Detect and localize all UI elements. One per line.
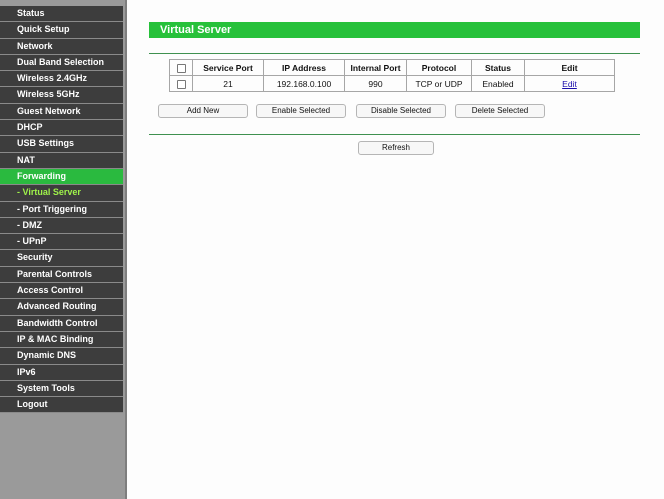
select-all-checkbox[interactable] (176, 63, 186, 73)
virtual-server-table: Service Port IP Address Internal Port Pr… (169, 59, 615, 92)
select-all-cell (169, 59, 193, 76)
sidebar-item-parental-controls[interactable]: Parental Controls (0, 266, 123, 284)
sidebar-item-dual-band-selection[interactable]: Dual Band Selection (0, 54, 123, 72)
sidebar-item-bandwidth-control[interactable]: Bandwidth Control (0, 315, 123, 332)
add-new-button[interactable]: Add New (158, 104, 248, 118)
divider-top (149, 53, 640, 54)
sidebar-subitem-dmz[interactable]: - DMZ (0, 217, 123, 235)
sidebar-item-system-tools[interactable]: System Tools (0, 380, 123, 398)
cell-ip-address: 192.168.0.100 (263, 75, 345, 92)
divider-bottom (149, 134, 640, 135)
sidebar-subitem-upnp[interactable]: - UPnP (0, 234, 123, 251)
column-header-ip-address: IP Address (263, 59, 345, 76)
cell-service-port: 21 (192, 75, 264, 92)
main-content: Virtual Server Service Port IP Address I… (127, 0, 664, 499)
enable-selected-button[interactable]: Enable Selected (256, 104, 346, 118)
edit-link[interactable]: Edit (562, 79, 577, 89)
table-header-row: Service Port IP Address Internal Port Pr… (169, 59, 615, 76)
sidebar-item-quick-setup[interactable]: Quick Setup (0, 22, 123, 39)
sidebar-item-forwarding[interactable]: Forwarding (0, 168, 123, 186)
sidebar-item-wireless-5ghz[interactable]: Wireless 5GHz (0, 87, 123, 104)
sidebar-item-advanced-routing[interactable]: Advanced Routing (0, 299, 123, 316)
cell-protocol: TCP or UDP (406, 75, 472, 92)
cell-status: Enabled (471, 75, 525, 92)
column-header-status: Status (471, 59, 525, 76)
sidebar-item-dhcp[interactable]: DHCP (0, 120, 123, 137)
column-header-service-port: Service Port (192, 59, 264, 76)
sidebar-item-network[interactable]: Network (0, 38, 123, 55)
sidebar-subitem-virtual-server[interactable]: - Virtual Server (0, 185, 123, 202)
cell-edit: Edit (524, 75, 615, 92)
disable-selected-button[interactable]: Disable Selected (356, 104, 446, 118)
row-select-cell (169, 75, 193, 92)
sidebar: Status Quick Setup Network Dual Band Sel… (0, 0, 127, 499)
sidebar-item-status[interactable]: Status (0, 6, 123, 23)
column-header-protocol: Protocol (406, 59, 472, 76)
page-title: Virtual Server (149, 22, 640, 38)
sidebar-item-usb-settings[interactable]: USB Settings (0, 136, 123, 153)
refresh-button[interactable]: Refresh (358, 141, 434, 155)
delete-selected-button[interactable]: Delete Selected (455, 104, 545, 118)
sidebar-item-access-control[interactable]: Access Control (0, 283, 123, 300)
sidebar-item-guest-network[interactable]: Guest Network (0, 103, 123, 121)
sidebar-subitem-port-triggering[interactable]: - Port Triggering (0, 201, 123, 218)
sidebar-item-ip-mac-binding[interactable]: IP & MAC Binding (0, 331, 123, 349)
table-row: 21 192.168.0.100 990 TCP or UDP Enabled … (169, 75, 615, 92)
sidebar-item-security[interactable]: Security (0, 250, 123, 267)
sidebar-item-ipv6[interactable]: IPv6 (0, 364, 123, 381)
sidebar-item-wireless-2-4ghz[interactable]: Wireless 2.4GHz (0, 71, 123, 88)
cell-internal-port: 990 (344, 75, 407, 92)
sidebar-item-dynamic-dns[interactable]: Dynamic DNS (0, 348, 123, 365)
column-header-internal-port: Internal Port (344, 59, 407, 76)
column-header-edit: Edit (524, 59, 615, 76)
sidebar-item-nat[interactable]: NAT (0, 152, 123, 169)
sidebar-menu: Status Quick Setup Network Dual Band Sel… (0, 6, 123, 414)
row-checkbox[interactable] (176, 79, 186, 89)
sidebar-item-logout[interactable]: Logout (0, 397, 123, 414)
